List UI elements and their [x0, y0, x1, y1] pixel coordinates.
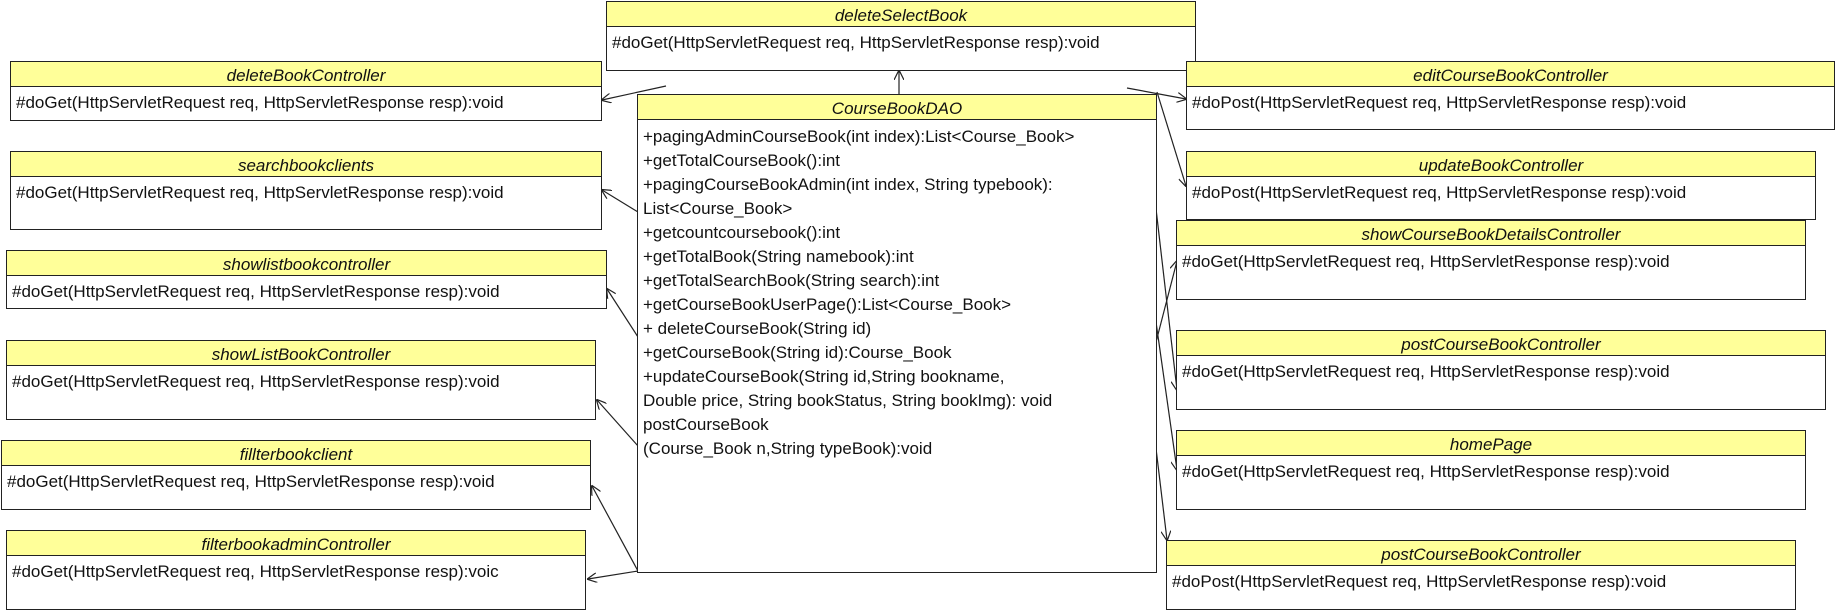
class-name: updateBookController — [1187, 152, 1815, 177]
class-deletebookcontroller: deleteBookController #doGet(HttpServletR… — [10, 61, 602, 121]
class-method: #doPost(HttpServletRequest req, HttpServ… — [1192, 183, 1687, 202]
class-showlistbookcontroller: showlistbookcontroller #doGet(HttpServle… — [6, 250, 607, 309]
class-method: #doGet(HttpServletRequest req, HttpServl… — [12, 372, 500, 391]
member: +getCourseBook(String id):Course_Book — [643, 343, 952, 362]
arrow-to-showCourseBookDetailsController — [1154, 261, 1177, 347]
class-name: filterbookadminController — [7, 531, 585, 556]
class-name: homePage — [1177, 431, 1805, 456]
member: + deleteCourseBook(String id) — [643, 319, 872, 338]
member: +getTotalSearchBook(String search):int — [643, 271, 940, 290]
class-method: #doGet(HttpServletRequest req, HttpServl… — [7, 472, 495, 491]
class-name: showListBookController — [7, 341, 595, 366]
class-filterbookadmincontroller: filterbookadminController #doGet(HttpSer… — [6, 530, 586, 610]
arrow-to-showListBookController — [597, 400, 639, 447]
arrow-to-updateBookController — [1156, 91, 1186, 186]
class-postcoursebookcontroller-get: postCourseBookController #doGet(HttpServ… — [1176, 330, 1826, 410]
member: +getTotalBook(String namebook):int — [643, 247, 914, 266]
class-name: deleteBookController — [11, 62, 601, 87]
class-showListBookController: showListBookController #doGet(HttpServle… — [6, 340, 596, 420]
class-method: #doGet(HttpServletRequest req, HttpServl… — [12, 282, 500, 301]
class-homepage: homePage #doGet(HttpServletRequest req, … — [1176, 430, 1806, 510]
class-name: showlistbookcontroller — [7, 251, 606, 276]
class-name: editCourseBookController — [1187, 62, 1834, 87]
class-method: #doGet(HttpServletRequest req, HttpServl… — [16, 93, 504, 112]
member: +getcountcoursebook():int — [643, 223, 841, 242]
class-method: #doGet(HttpServletRequest req, HttpServl… — [1182, 252, 1670, 271]
class-method: #doPost(HttpServletRequest req, HttpServ… — [1192, 93, 1687, 112]
member: Double price, String bookStatus, String … — [643, 391, 1053, 410]
class-name: searchbookclients — [11, 152, 601, 177]
class-name: CourseBookDAO — [638, 95, 1156, 120]
member: List<Course_Book> — [643, 199, 793, 218]
class-name: showCourseBookDetailsController — [1177, 221, 1805, 246]
arrow-to-postCourseBookController-get — [1154, 199, 1177, 390]
class-fillterbookclient: fillterbookclient #doGet(HttpServletRequ… — [1, 440, 591, 510]
arrow-to-homePage — [1154, 314, 1177, 470]
class-searchbookclients: searchbookclients #doGet(HttpServletRequ… — [10, 151, 602, 230]
member: (Course_Book n,String typeBook):void — [643, 439, 933, 458]
class-method: #doPost(HttpServletRequest req, HttpServ… — [1172, 572, 1667, 591]
class-method: #doGet(HttpServletRequest req, HttpServl… — [1182, 462, 1670, 481]
member: +getCourseBookUserPage():List<Course_Boo… — [643, 295, 1012, 314]
class-showcoursebookdetailscontroller: showCourseBookDetailsController #doGet(H… — [1176, 220, 1806, 300]
class-method: #doGet(HttpServletRequest req, HttpServl… — [16, 183, 504, 202]
class-deleteselectbook: deleteSelectBook #doGet(HttpServletReque… — [606, 1, 1196, 71]
class-name: postCourseBookController — [1167, 541, 1795, 566]
arrow-to-fillterbookclient — [592, 486, 639, 572]
class-updatebookcontroller: updateBookController #doPost(HttpServlet… — [1186, 151, 1816, 220]
member: +getTotalCourseBook():int — [643, 151, 841, 170]
class-name: postCourseBookController — [1177, 331, 1825, 356]
class-name: deleteSelectBook — [607, 2, 1195, 27]
class-editcoursebookcontroller: editCourseBookController #doPost(HttpSer… — [1186, 61, 1835, 130]
class-method: #doGet(HttpServletRequest req, HttpServl… — [612, 33, 1100, 52]
class-members: +pagingAdminCourseBook(int index):List<C… — [638, 120, 1156, 461]
class-coursebookdao: CourseBookDAO +pagingAdminCourseBook(int… — [637, 94, 1157, 573]
member: +pagingAdminCourseBook(int index):List<C… — [643, 127, 1075, 146]
class-method: #doGet(HttpServletRequest req, HttpServl… — [1182, 362, 1670, 381]
class-name: fillterbookclient — [2, 441, 590, 466]
arrow-to-searchbookclients — [602, 190, 639, 213]
class-postcoursebookcontroller-post: postCourseBookController #doPost(HttpSer… — [1166, 540, 1796, 610]
class-method: #doGet(HttpServletRequest req, HttpServl… — [12, 562, 499, 581]
member: postCourseBook — [643, 415, 769, 434]
member: +updateCourseBook(String id,String bookn… — [643, 367, 1005, 386]
member: +pagingCourseBookAdmin(int index, String… — [643, 175, 1053, 194]
arrow-to-filterbookadminController — [588, 570, 639, 579]
arrow-to-showlistbookcontroller — [607, 289, 639, 338]
